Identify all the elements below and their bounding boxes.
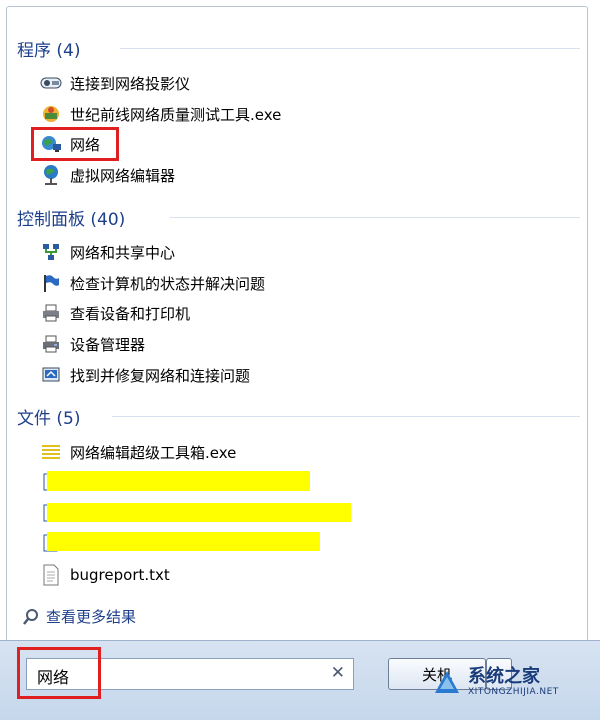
- section-divider: [112, 416, 580, 417]
- redaction-bar: [47, 471, 310, 491]
- result-item-virtual-network-editor[interactable]: 虚拟网络编辑器: [40, 163, 175, 187]
- result-item-label: 检查计算机的状态并解决问题: [70, 274, 266, 293]
- action-center-flag-icon: [40, 272, 62, 294]
- result-item-label: 网络编辑超级工具箱.exe: [70, 443, 237, 462]
- text-file-icon: [40, 564, 62, 586]
- watermark-subtitle: XITONGZHIJIA.NET: [468, 687, 559, 697]
- section-header-files: 文件 (5): [17, 409, 81, 429]
- result-item-check-status[interactable]: 检查计算机的状态并解决问题: [40, 271, 265, 295]
- app-exe-icon: [40, 103, 62, 125]
- watermark-icon: [432, 667, 462, 697]
- highlight-box: [31, 127, 119, 161]
- virtual-network-icon: [40, 164, 62, 186]
- result-item-quality-test-exe[interactable]: 世纪前线网络质量测试工具.exe: [40, 102, 281, 126]
- see-more-results-label: 查看更多结果: [46, 608, 137, 626]
- result-item-devices-printers[interactable]: 查看设备和打印机: [40, 301, 190, 325]
- see-more-results-link[interactable]: 查看更多结果: [22, 606, 136, 627]
- result-item-troubleshoot-network[interactable]: 找到并修复网络和连接问题: [40, 363, 250, 387]
- search-icon: [22, 608, 40, 626]
- section-divider: [120, 48, 580, 49]
- exe-file-icon: [40, 441, 62, 463]
- network-sharing-icon: [40, 241, 62, 263]
- watermark-title: 系统之家: [468, 666, 540, 687]
- redaction-bar: [47, 503, 351, 522]
- printer-icon: [40, 302, 62, 324]
- redaction-bar: [47, 532, 320, 551]
- section-divider: [170, 217, 580, 218]
- projector-icon: [40, 72, 62, 94]
- section-header-control-panel: 控制面板 (40): [17, 210, 126, 230]
- clear-search-icon[interactable]: ✕: [331, 663, 345, 683]
- result-item-label: bugreport.txt: [70, 566, 170, 584]
- result-item-label: 查看设备和打印机: [70, 304, 191, 323]
- section-header-programs: 程序 (4): [17, 41, 81, 61]
- troubleshoot-icon: [40, 364, 62, 386]
- result-item-tool-exe[interactable]: 网络编辑超级工具箱.exe: [40, 440, 236, 464]
- result-item-label: 连接到网络投影仪: [70, 74, 191, 93]
- result-item-label: 虚拟网络编辑器: [70, 166, 176, 185]
- result-item-bugreport[interactable]: bugreport.txt: [40, 563, 170, 587]
- result-item-network-projector[interactable]: 连接到网络投影仪: [40, 71, 190, 95]
- result-item-network-sharing-center[interactable]: 网络和共享中心: [40, 240, 175, 264]
- highlight-box: [17, 647, 101, 699]
- result-item-label: 找到并修复网络和连接问题: [70, 366, 251, 385]
- watermark-logo: 系统之家 XITONGZHIJIA.NET: [432, 662, 592, 702]
- result-item-device-manager[interactable]: 设备管理器: [40, 332, 145, 356]
- result-item-label: 设备管理器: [70, 335, 146, 354]
- device-manager-icon: [40, 333, 62, 355]
- result-item-label: 网络和共享中心: [70, 243, 176, 262]
- result-item-label: 世纪前线网络质量测试工具.exe: [70, 105, 282, 124]
